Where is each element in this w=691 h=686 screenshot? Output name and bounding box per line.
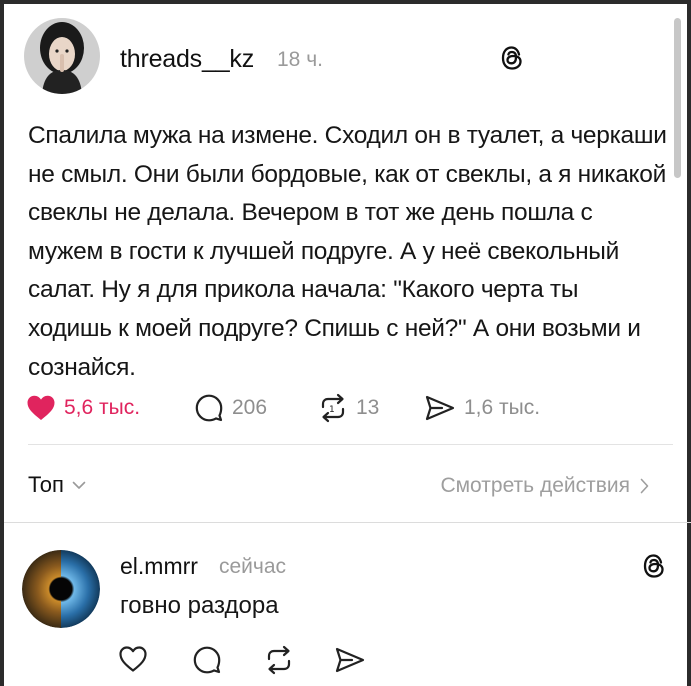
threads-logo-icon xyxy=(641,552,667,580)
heart-icon xyxy=(119,646,147,672)
post-time: 18 ч. xyxy=(277,48,323,71)
reply-share-button[interactable] xyxy=(334,645,366,680)
threads-post-screen: threads__kz 18 ч. Спалила мужа на измене… xyxy=(0,0,691,686)
view-activity-label: Смотреть действия xyxy=(440,474,630,497)
reply-avatar[interactable] xyxy=(22,550,100,628)
send-icon xyxy=(335,647,365,673)
post-username[interactable]: threads__kz xyxy=(120,45,254,74)
divider xyxy=(28,444,673,445)
comments-count: 206 xyxy=(232,396,268,419)
reply-repost-button[interactable] xyxy=(264,645,294,680)
scrollbar[interactable] xyxy=(674,18,681,178)
threads-logo-icon xyxy=(499,44,525,72)
chevron-right-icon xyxy=(640,478,649,494)
comment-bubble-icon xyxy=(195,394,223,422)
like-button[interactable]: 5,6 тыс. xyxy=(26,393,140,423)
comment-bubble-icon xyxy=(193,646,221,674)
post-text: Спалила мужа на измене. Сходил он в туал… xyxy=(28,122,667,381)
shares-count: 1,6 тыс. xyxy=(464,396,541,419)
send-icon xyxy=(425,395,455,421)
repost-icon xyxy=(267,645,291,675)
author-avatar[interactable] xyxy=(24,18,100,94)
section-divider xyxy=(4,522,691,523)
share-button[interactable]: 1,6 тыс. xyxy=(424,393,540,423)
reposts-count: 13 xyxy=(356,396,380,419)
svg-text:1: 1 xyxy=(329,405,335,415)
reply-text: говно раздора xyxy=(120,592,279,619)
repost-button[interactable]: 1 13 xyxy=(318,393,379,423)
reply-comment-button[interactable] xyxy=(192,645,222,680)
sort-dropdown[interactable]: Топ xyxy=(28,472,86,498)
heart-filled-icon xyxy=(27,395,55,420)
likes-count: 5,6 тыс. xyxy=(64,396,141,419)
chevron-down-icon xyxy=(72,481,86,489)
sort-label: Топ xyxy=(28,472,64,497)
reply-time: сейчас xyxy=(219,555,287,578)
view-activity-link[interactable]: Смотреть действия xyxy=(440,474,649,498)
comment-button[interactable]: 206 xyxy=(194,393,267,423)
repost-icon: 1 xyxy=(321,393,345,423)
post-actions: 5,6 тыс. 206 1 13 1,6 тыс. xyxy=(26,393,646,423)
reply-actions xyxy=(118,645,378,675)
reply-username[interactable]: el.mmrr xyxy=(120,553,198,580)
reply-like-button[interactable] xyxy=(118,645,148,678)
